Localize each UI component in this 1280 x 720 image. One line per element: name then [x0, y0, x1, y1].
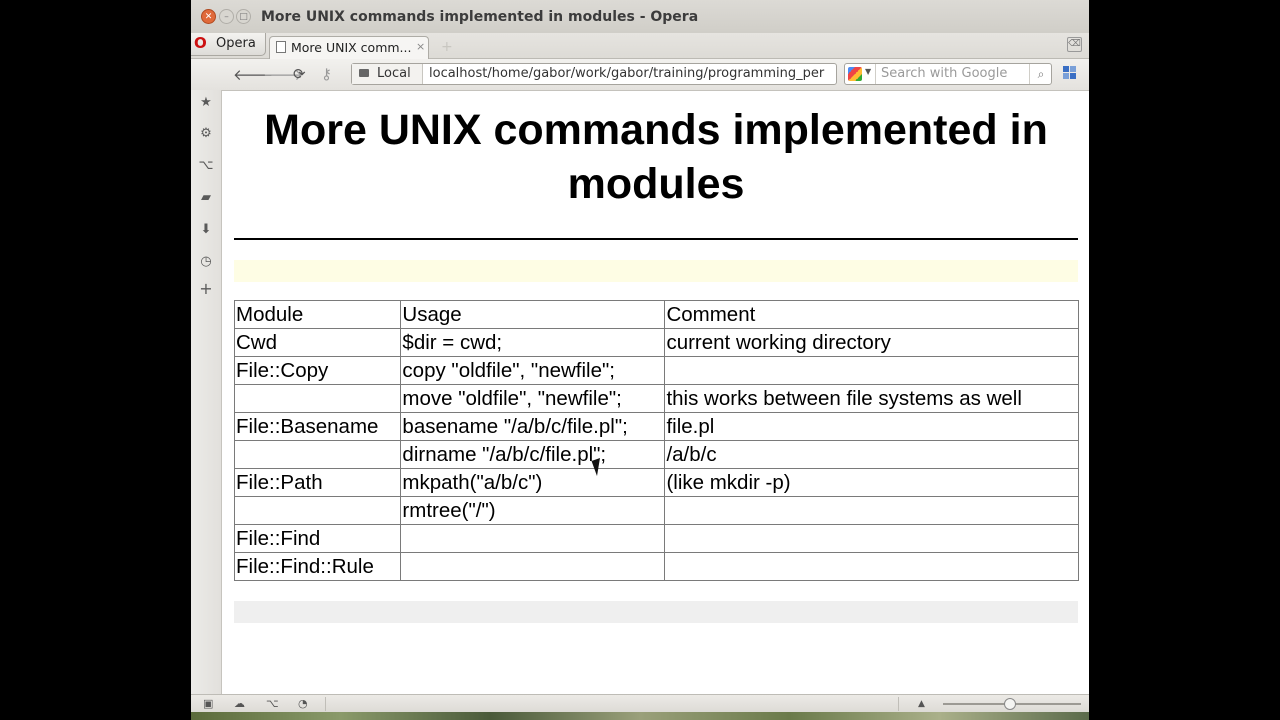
url-text[interactable]: localhost/home/gabor/work/gabor/training…	[429, 66, 835, 81]
closed-tabs-icon[interactable]: ⌫	[1067, 37, 1082, 52]
navigation-bar: 🡐 🡒 ⟳ ⚷ Local localhost/home/gabor/work/…	[191, 59, 1089, 91]
cell-comment	[664, 524, 1079, 553]
tab-close-icon[interactable]: ×	[416, 40, 425, 53]
cell-usage: dirname "/a/b/c/file.pl";	[400, 440, 666, 469]
star-icon[interactable]: ★	[198, 95, 214, 111]
status-bar: ▣ ☁ ⌥ ◔ ▲	[191, 694, 1089, 712]
desktop-background-bottom	[191, 712, 1089, 720]
new-tab-icon[interactable]: +	[441, 39, 453, 55]
opera-logo-icon: O	[194, 34, 207, 52]
table-row: File::Find	[233, 524, 1079, 553]
browser-window: ✕ – □ More UNIX commands implemented in …	[191, 0, 1089, 712]
status-separator	[325, 697, 326, 711]
close-window-button[interactable]: ✕	[201, 9, 216, 24]
table-row: File::Copy copy "oldfile", "newfile";	[233, 356, 1079, 385]
page-icon	[276, 41, 286, 53]
cell-module: File::Find	[233, 524, 402, 553]
status-separator	[898, 697, 899, 711]
cell-usage: copy "oldfile", "newfile";	[400, 356, 666, 385]
tab-active[interactable]: More UNIX comm... ×	[269, 36, 429, 59]
header-usage: Usage	[400, 300, 666, 329]
page-title: More UNIX commands implemented in module…	[264, 106, 1048, 208]
zoom-slider-handle[interactable]	[1004, 698, 1016, 710]
search-icon[interactable]: ⌕	[1029, 64, 1052, 84]
desktop-background-right	[1089, 0, 1280, 720]
cell-comment: this works between file systems as well	[664, 384, 1079, 413]
cell-module: File::Find::Rule	[233, 552, 402, 581]
turbo-icon[interactable]: ◔	[298, 697, 308, 710]
search-input[interactable]: Search with Google	[881, 66, 1007, 81]
panel-icon[interactable]: ▣	[203, 697, 213, 710]
maximize-window-button[interactable]: □	[236, 9, 251, 24]
cell-module	[233, 496, 402, 525]
download-icon[interactable]: ⬇	[198, 222, 214, 238]
cell-usage	[400, 524, 666, 553]
window-title: More UNIX commands implemented in module…	[261, 9, 699, 25]
horizontal-rule	[234, 238, 1078, 240]
cell-comment: file.pl	[664, 412, 1079, 441]
security-label: Local	[377, 66, 411, 81]
search-box[interactable]: ▼ Search with Google ⌕	[844, 63, 1052, 85]
google-icon	[848, 67, 862, 81]
search-engine-selector[interactable]: ▼	[845, 64, 876, 84]
cell-module: File::Basename	[233, 412, 402, 441]
cell-usage: move "oldfile", "newfile";	[400, 384, 666, 413]
address-bar[interactable]: Local localhost/home/gabor/work/gabor/tr…	[351, 63, 837, 85]
clock-icon[interactable]: ◷	[198, 254, 214, 270]
table-row: move "oldfile", "newfile"; this works be…	[233, 384, 1079, 413]
cell-module: Cwd	[233, 328, 402, 357]
cell-usage: mkpath("a/b/c")	[400, 468, 666, 497]
computer-icon	[359, 69, 369, 77]
tab-bar: O Opera More UNIX comm... × + ⌫	[191, 33, 1089, 59]
chevron-down-icon: ▼	[865, 67, 872, 76]
gray-band	[234, 601, 1078, 623]
unite-icon[interactable]: ⌥	[266, 697, 279, 710]
minimize-window-button[interactable]: –	[219, 9, 234, 24]
cell-module: File::Path	[233, 468, 402, 497]
title-bar: ✕ – □ More UNIX commands implemented in …	[191, 0, 1089, 34]
cell-module	[233, 384, 402, 413]
cloud-icon[interactable]: ☁	[234, 697, 245, 710]
header-module: Module	[233, 300, 402, 329]
page-content: More UNIX commands implemented in module…	[222, 91, 1089, 694]
cell-module	[233, 440, 402, 469]
commands-table: Module Usage Comment Cwd $dir = cwd; cur…	[233, 300, 1079, 581]
table-row: Cwd $dir = cwd; current working director…	[233, 328, 1079, 357]
table-row: File::Path mkpath("a/b/c") (like mkdir -…	[233, 468, 1079, 497]
cell-usage: basename "/a/b/c/file.pl";	[400, 412, 666, 441]
zoom-up-icon[interactable]: ▲	[918, 699, 925, 709]
opera-menu-label: Opera	[216, 36, 256, 51]
yellow-band	[234, 260, 1078, 282]
cell-usage: $dir = cwd;	[400, 328, 666, 357]
plus-icon[interactable]: +	[198, 281, 214, 297]
tab-label: More UNIX comm...	[291, 40, 412, 55]
gear-icon[interactable]: ⚙	[198, 126, 214, 142]
share-icon[interactable]: ⌥	[198, 158, 214, 174]
panel-sidebar: ★ ⚙ ⌥ ▰ ⬇ ◷ +	[191, 90, 222, 694]
key-icon[interactable]: ⚷	[321, 65, 332, 83]
table-header-row: Module Usage Comment	[233, 300, 1079, 329]
cell-comment	[664, 356, 1079, 385]
reload-icon[interactable]: ⟳	[293, 65, 306, 83]
table-row: File::Basename basename "/a/b/c/file.pl"…	[233, 412, 1079, 441]
opera-menu-button[interactable]: O Opera	[191, 33, 266, 56]
cell-comment: /a/b/c	[664, 440, 1079, 469]
cell-comment: (like mkdir -p)	[664, 468, 1079, 497]
cell-usage	[400, 552, 666, 581]
cell-comment: current working directory	[664, 328, 1079, 357]
note-icon[interactable]: ▰	[198, 190, 214, 206]
panel-toggle-icon[interactable]	[1063, 66, 1077, 80]
security-badge[interactable]: Local	[352, 64, 423, 84]
cell-usage: rmtree("/")	[400, 496, 666, 525]
cell-comment	[664, 552, 1079, 581]
table-row: File::Find::Rule	[233, 552, 1079, 581]
cell-module: File::Copy	[233, 356, 402, 385]
desktop-background-left	[0, 0, 191, 720]
table-row: dirname "/a/b/c/file.pl"; /a/b/c	[233, 440, 1079, 469]
header-comment: Comment	[664, 300, 1079, 329]
cell-comment	[664, 496, 1079, 525]
table-row: rmtree("/")	[233, 496, 1079, 525]
